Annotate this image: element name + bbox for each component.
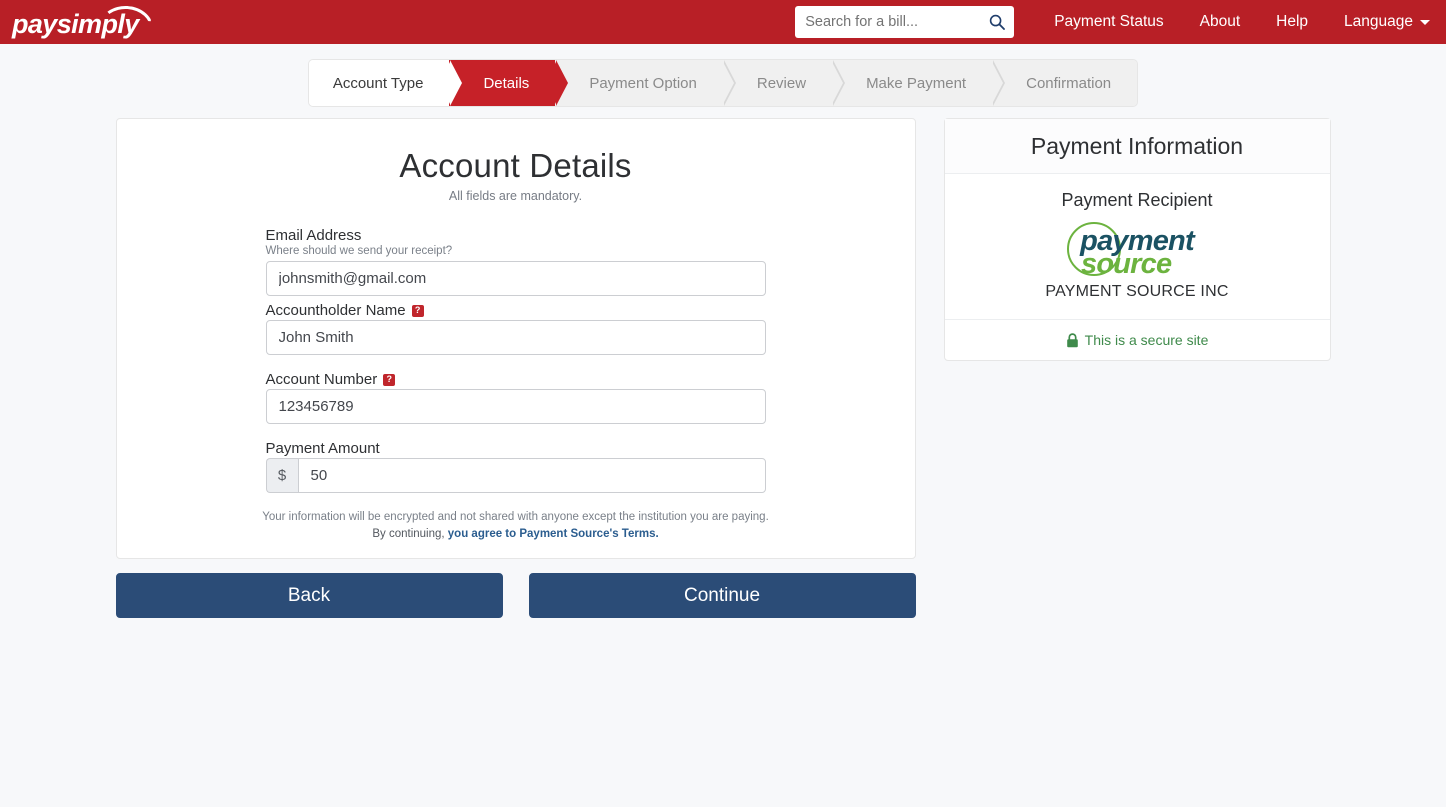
step-payment-option[interactable]: Payment Option [555,60,736,106]
encryption-disclaimer: Your information will be encrypted and n… [262,511,769,523]
form-subtitle: All fields are mandatory. [448,189,583,203]
step-details[interactable]: Details [449,60,569,106]
progress-steps: Account Type Details Payment Option Revi… [308,60,1138,106]
payment-information-heading: Payment Information [944,119,1330,174]
payment-recipient-section: Payment Recipient payment source PAYMENT… [944,174,1330,320]
payment-information-column: Payment Information Payment Recipient pa… [943,118,1331,361]
payment-amount-input-group: $ [265,458,766,493]
nav-language-label: Language [1344,13,1413,30]
label-account-number: Account Number ? [266,371,766,388]
step-review[interactable]: Review [722,60,846,106]
nav-payment-status[interactable]: Payment Status [1036,13,1181,31]
payment-recipient-label: Payment Recipient [1061,190,1213,210]
field-account-number: Account Number ? [265,371,766,424]
accountholder-name-field[interactable] [265,320,766,355]
help-question-icon[interactable]: ? [383,373,396,386]
help-email-address: Where should we send your receipt? [265,245,453,257]
paysimply-logo[interactable]: paysimply [12,3,155,38]
top-header-bar: paysimply Payment Status About Help Lang… [0,0,1446,44]
logo-word-source: source [1081,248,1172,280]
payment-source-logo: payment source [1057,219,1217,279]
field-payment-amount: Payment Amount $ [265,440,766,493]
step-account-type[interactable]: Account Type [308,60,463,106]
page-title: Account Details [399,147,632,184]
secure-site-text: This is a secure site [1084,332,1209,348]
account-details-card: Account Details All fields are mandatory… [115,118,916,559]
secure-site-notice: This is a secure site [945,320,1330,360]
account-number-field[interactable] [265,389,766,424]
progress-steps-wrapper: Account Type Details Payment Option Revi… [0,44,1446,106]
label-email-address: Email Address [265,227,362,244]
nav-language-dropdown[interactable]: Language [1326,13,1432,31]
nav-about[interactable]: About [1182,13,1259,31]
field-email-address: Email Address Where should we send your … [265,227,766,296]
nav-help[interactable]: Help [1258,13,1326,31]
step-make-payment[interactable]: Make Payment [832,60,1006,106]
label-accountholder-name-text: Accountholder Name [265,302,406,319]
recipient-name: PAYMENT SOURCE INC [1045,283,1229,300]
payment-information-card: Payment Information Payment Recipient pa… [943,118,1331,361]
help-question-icon[interactable]: ? [411,304,424,317]
step-confirmation[interactable]: Confirmation [992,60,1138,106]
label-accountholder-name: Accountholder Name ? [266,302,766,319]
currency-symbol-addon: $ [265,458,298,493]
terms-prefix: By continuing, [372,528,448,540]
payment-amount-field[interactable] [297,458,766,493]
search-input[interactable] [795,6,1015,38]
field-accountholder-name: Accountholder Name ? [265,302,766,355]
chevron-down-icon [1420,19,1430,25]
label-account-number-text: Account Number [265,371,378,388]
page-content: Account Details All fields are mandatory… [0,106,1446,618]
continue-button[interactable]: Continue [528,573,916,618]
form-column: Account Details All fields are mandatory… [115,118,916,618]
email-field[interactable] [265,261,766,296]
header-right-group: Payment Status About Help Language [795,6,1432,38]
terms-link[interactable]: you agree to Payment Source's Terms. [448,528,659,540]
terms-line: By continuing, you agree to Payment Sour… [117,528,915,540]
search-box[interactable] [795,6,1015,38]
logo-arc-decoration [99,3,155,30]
lock-icon [1066,332,1079,348]
back-button[interactable]: Back [115,573,503,618]
form-actions: Back Continue [115,573,916,618]
label-payment-amount: Payment Amount [265,440,380,457]
